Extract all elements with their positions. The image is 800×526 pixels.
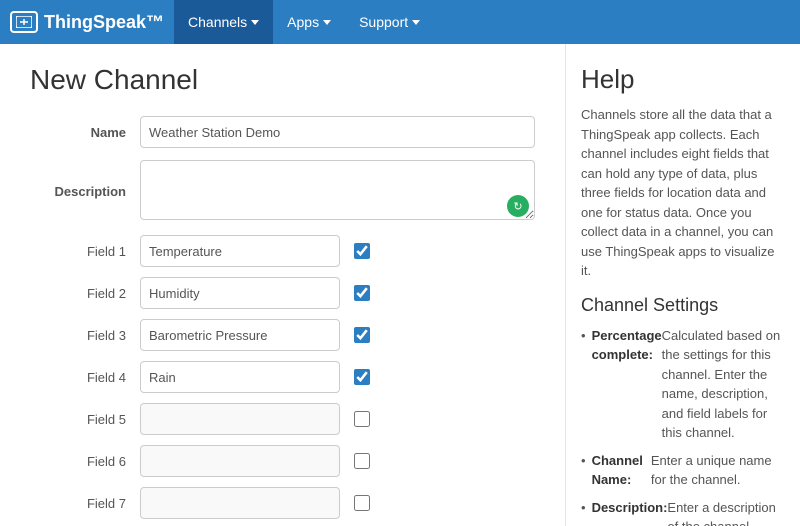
field-label-2: Field 2 (30, 286, 140, 301)
logo-icon (10, 11, 38, 33)
description-textarea[interactable] (140, 160, 535, 220)
field-input-7[interactable] (140, 487, 340, 519)
help-intro: Channels store all the data that a Thing… (581, 105, 785, 281)
field-input-1[interactable] (140, 235, 340, 267)
help-list-item: Percentage complete: Calculated based on… (581, 326, 785, 443)
apps-caret-icon (323, 20, 331, 25)
description-wrapper: ↻ (140, 160, 535, 223)
field-input-6[interactable] (140, 445, 340, 477)
field-row-2: Field 2 (30, 277, 535, 309)
field-row-1: Field 1 (30, 235, 535, 267)
name-input[interactable] (140, 116, 535, 148)
field-checkbox-1[interactable] (354, 243, 370, 259)
field-input-3[interactable] (140, 319, 340, 351)
field-checkbox-2[interactable] (354, 285, 370, 301)
nav-apps[interactable]: Apps (273, 0, 345, 44)
form-panel: New Channel Name Description ↻ Field 1Fi… (0, 44, 565, 526)
nav-support[interactable]: Support (345, 0, 434, 44)
help-section-title: Channel Settings (581, 295, 785, 316)
help-list: Percentage complete: Calculated based on… (581, 326, 785, 526)
description-label: Description (30, 184, 140, 199)
field-input-4[interactable] (140, 361, 340, 393)
help-list-item: Description: Enter a description of the … (581, 498, 785, 526)
field-row-6: Field 6 (30, 445, 535, 477)
field-label-7: Field 7 (30, 496, 140, 511)
textarea-refresh-icon[interactable]: ↻ (507, 195, 529, 217)
field-label-1: Field 1 (30, 244, 140, 259)
field-checkbox-7[interactable] (354, 495, 370, 511)
name-label: Name (30, 125, 140, 140)
field-checkbox-3[interactable] (354, 327, 370, 343)
nav-channels[interactable]: Channels (174, 0, 273, 44)
field-input-5[interactable] (140, 403, 340, 435)
help-panel: Help Channels store all the data that a … (565, 44, 800, 526)
field-checkbox-5[interactable] (354, 411, 370, 427)
field-row-5: Field 5 (30, 403, 535, 435)
support-caret-icon (412, 20, 420, 25)
field-input-2[interactable] (140, 277, 340, 309)
field-label-4: Field 4 (30, 370, 140, 385)
brand-logo[interactable]: ThingSpeak™ (10, 11, 164, 33)
field-label-6: Field 6 (30, 454, 140, 469)
help-title: Help (581, 64, 785, 95)
field-row-4: Field 4 (30, 361, 535, 393)
field-checkbox-4[interactable] (354, 369, 370, 385)
help-list-item: Channel Name: Enter a unique name for th… (581, 451, 785, 490)
name-row: Name (30, 116, 535, 148)
navbar: ThingSpeak™ Channels Apps Support (0, 0, 800, 44)
field-label-3: Field 3 (30, 328, 140, 343)
description-row: Description ↻ (30, 160, 535, 223)
fields-container: Field 1 Field 2 Field 3 Field 4 Field 5 Field… (30, 235, 535, 519)
channels-caret-icon (251, 20, 259, 25)
field-row-3: Field 3 (30, 319, 535, 351)
main-container: New Channel Name Description ↻ Field 1Fi… (0, 44, 800, 526)
field-label-5: Field 5 (30, 412, 140, 427)
brand-name: ThingSpeak™ (44, 12, 164, 33)
field-row-7: Field 7 (30, 487, 535, 519)
page-title: New Channel (30, 64, 535, 96)
field-checkbox-6[interactable] (354, 453, 370, 469)
